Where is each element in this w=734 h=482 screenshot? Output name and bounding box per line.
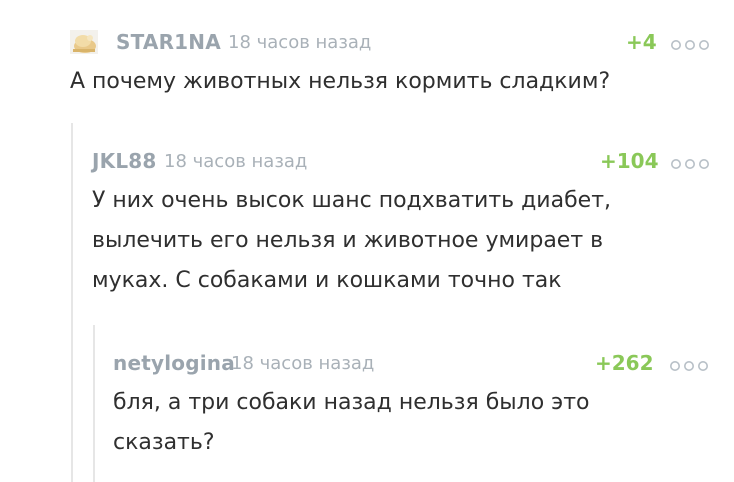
comment: JKL88 18 часов назад +104 У них очень вы… xyxy=(92,147,712,307)
timestamp[interactable]: 18 часов назад xyxy=(231,349,374,378)
comment-header: netylogina 18 часов назад +262 xyxy=(113,349,713,379)
rating: +262 xyxy=(595,351,654,375)
comment: STAR1NA 18 часов назад +4 А почему живот… xyxy=(70,28,710,108)
pig-avatar-icon[interactable] xyxy=(70,30,98,54)
timestamp[interactable]: 18 часов назад xyxy=(164,147,307,176)
more-dots-icon[interactable] xyxy=(670,36,710,50)
comment-header: JKL88 18 часов назад +104 xyxy=(92,147,712,177)
comment: netylogina 18 часов назад +262 бля, а тр… xyxy=(113,349,713,469)
more-dots-icon[interactable] xyxy=(669,357,709,371)
rating: +4 xyxy=(626,30,657,54)
username[interactable]: netylogina xyxy=(113,349,235,377)
comment-text: У них очень высок шанс подхватить диабет… xyxy=(92,188,611,293)
rating: +104 xyxy=(600,149,659,173)
timestamp[interactable]: 18 часов назад xyxy=(228,28,371,57)
comment-text: бля, а три собаки назад нельзя было это … xyxy=(113,390,590,455)
username[interactable]: JKL88 xyxy=(92,147,157,175)
thread-line-level-2 xyxy=(93,325,95,482)
username[interactable]: STAR1NA xyxy=(116,28,221,56)
more-dots-icon[interactable] xyxy=(670,155,710,169)
thread-line-level-1 xyxy=(71,123,73,482)
comment-text: А почему животных нельзя кормить сладким… xyxy=(70,69,611,94)
comment-header: STAR1NA 18 часов назад +4 xyxy=(70,28,710,58)
